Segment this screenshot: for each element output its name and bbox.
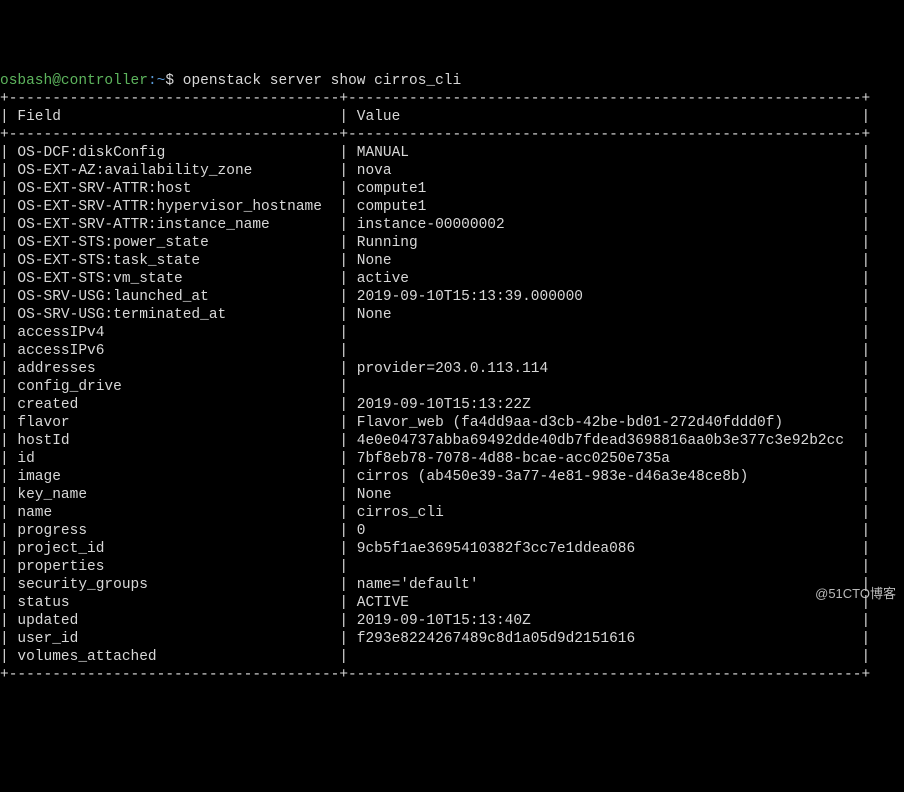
table-row: | progress | 0 | bbox=[0, 523, 870, 539]
table-row: | key_name | None | bbox=[0, 487, 870, 503]
table-row: | name | cirros_cli | bbox=[0, 505, 870, 521]
table-row: | flavor | Flavor_web (fa4dd9aa-d3cb-42b… bbox=[0, 415, 870, 431]
table-row: | OS-EXT-STS:vm_state | active | bbox=[0, 271, 870, 287]
table-row: | created | 2019-09-10T15:13:22Z | bbox=[0, 397, 870, 413]
table-header: | Field | Value | bbox=[0, 109, 870, 125]
table-sep-bottom: +--------------------------------------+… bbox=[0, 667, 870, 683]
table-row: | project_id | 9cb5f1ae3695410382f3cc7e1… bbox=[0, 541, 870, 557]
prompt-colon: : bbox=[148, 73, 157, 89]
table-sep-header: +--------------------------------------+… bbox=[0, 127, 870, 143]
table-row: | id | 7bf8eb78-7078-4d88-bcae-acc0250e7… bbox=[0, 451, 870, 467]
table-row: | config_drive | | bbox=[0, 379, 870, 395]
table-row: | OS-EXT-SRV-ATTR:host | compute1 | bbox=[0, 181, 870, 197]
table-row: | security_groups | name='default' | bbox=[0, 577, 870, 593]
table-row: | OS-EXT-STS:power_state | Running | bbox=[0, 235, 870, 251]
watermark: @51CTO博客 bbox=[815, 585, 896, 603]
table-sep-top: +--------------------------------------+… bbox=[0, 91, 870, 107]
prompt-dollar: $ bbox=[165, 73, 182, 89]
table-row: | addresses | provider=203.0.113.114 | bbox=[0, 361, 870, 377]
table-row: | properties | | bbox=[0, 559, 870, 575]
table-row: | accessIPv4 | | bbox=[0, 325, 870, 341]
table-row: | OS-EXT-AZ:availability_zone | nova | bbox=[0, 163, 870, 179]
command-text: openstack server show cirros_cli bbox=[183, 73, 461, 89]
terminal-output: osbash@controller:~$ openstack server sh… bbox=[0, 72, 904, 684]
table-row: | OS-EXT-SRV-ATTR:instance_name | instan… bbox=[0, 217, 870, 233]
table-row: | OS-SRV-USG:terminated_at | None | bbox=[0, 307, 870, 323]
table-row: | OS-EXT-SRV-ATTR:hypervisor_hostname | … bbox=[0, 199, 870, 215]
prompt-host: @controller bbox=[52, 73, 148, 89]
table-row: | OS-SRV-USG:launched_at | 2019-09-10T15… bbox=[0, 289, 870, 305]
prompt-user: osbash bbox=[0, 73, 52, 89]
table-row: | OS-EXT-STS:task_state | None | bbox=[0, 253, 870, 269]
table-row: | user_id | f293e8224267489c8d1a05d9d215… bbox=[0, 631, 870, 647]
table-row: | hostId | 4e0e04737abba69492dde40db7fde… bbox=[0, 433, 870, 449]
table-row: | accessIPv6 | | bbox=[0, 343, 870, 359]
table-row: | OS-DCF:diskConfig | MANUAL | bbox=[0, 145, 870, 161]
table-row: | volumes_attached | | bbox=[0, 649, 870, 665]
table-row: | image | cirros (ab450e39-3a77-4e81-983… bbox=[0, 469, 870, 485]
table-row: | updated | 2019-09-10T15:13:40Z | bbox=[0, 613, 870, 629]
